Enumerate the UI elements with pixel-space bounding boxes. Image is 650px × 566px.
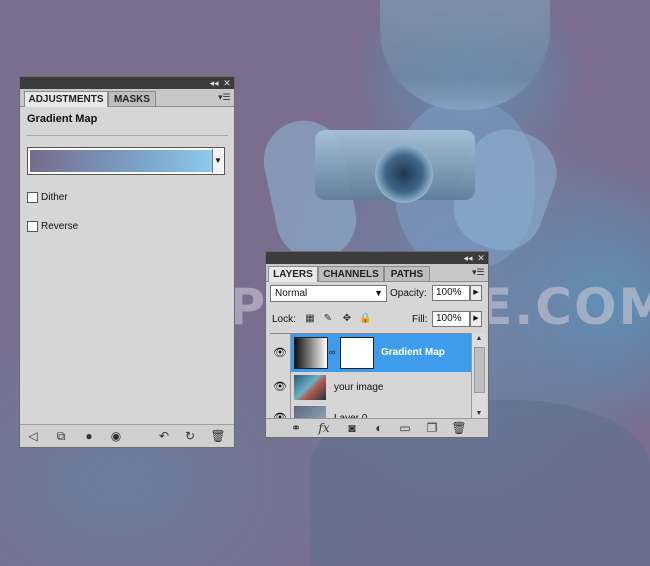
adjustments-tabs: ADJUSTMENTS MASKS ▾☰ [20, 89, 234, 107]
gradient-picker[interactable]: ▼ [27, 147, 225, 175]
layer-mask-icon[interactable]: ● [81, 429, 97, 443]
clip-to-layer-icon[interactable]: ⧉ [53, 429, 69, 443]
opacity-label: Opacity: [390, 288, 427, 299]
reset-icon[interactable]: ↻ [182, 429, 198, 443]
layer-row-gradient-map[interactable]: 👁 ∞ Gradient Map [270, 334, 474, 373]
layers-tabs: LAYERS CHANNELS PATHS ▾☰ [266, 264, 488, 282]
panel-titlebar[interactable]: ◂◂ ✕ [20, 77, 234, 89]
trash-icon[interactable]: 🗑 [451, 421, 467, 435]
fill-label: Fill: [412, 314, 428, 325]
layers-scrollbar[interactable]: ▲ ▼ [471, 333, 486, 420]
eye-icon[interactable]: 👁 [270, 372, 291, 403]
tab-masks[interactable]: MASKS [108, 91, 156, 106]
adjustments-panel: ◂◂ ✕ ADJUSTMENTS MASKS ▾☰ Gradient Map ▼… [19, 76, 235, 448]
panel-menu-icon[interactable]: ▾☰ [472, 267, 485, 277]
scroll-thumb[interactable] [474, 347, 485, 393]
link-icon: ∞ [329, 347, 336, 357]
adjustment-title: Gradient Map [27, 113, 98, 125]
close-icon[interactable]: ✕ [475, 252, 487, 264]
collapse-icon[interactable]: ◂◂ [462, 252, 474, 264]
opacity-input[interactable]: 100% [432, 285, 470, 301]
photo-beanie [380, 0, 550, 110]
tab-channels[interactable]: CHANNELS [318, 266, 384, 281]
divider [26, 135, 228, 136]
panel-menu-icon[interactable]: ▾☰ [218, 92, 231, 102]
back-arrow-icon[interactable]: ◁ [25, 429, 41, 443]
link-icon[interactable]: ⚭ [288, 421, 304, 435]
tab-paths[interactable]: PATHS [384, 266, 430, 281]
layers-footer: ⚭ fx ◙ ◐ ▭ ❐ 🗑 [266, 418, 488, 437]
mask-thumbnail [340, 337, 374, 369]
eye-icon[interactable]: 👁 [270, 334, 291, 372]
tab-adjustments[interactable]: ADJUSTMENTS [24, 91, 108, 107]
adjustment-thumbnail [294, 337, 328, 369]
fx-icon[interactable]: fx [316, 421, 332, 435]
lock-transparency-icon[interactable]: ▦ [304, 313, 316, 325]
view-previous-icon[interactable]: ↶ [156, 429, 172, 443]
close-icon[interactable]: ✕ [221, 77, 233, 89]
reverse-label: Reverse [41, 221, 79, 232]
delete-icon[interactable]: 🗑 [210, 429, 226, 443]
lock-position-icon[interactable]: ✥ [341, 313, 353, 325]
layer-name: Gradient Map [381, 347, 445, 358]
image-thumbnail [294, 375, 326, 400]
tab-layers[interactable]: LAYERS [268, 266, 318, 282]
reverse-checkbox[interactable] [27, 221, 38, 232]
lock-pixels-icon[interactable]: ✎ [322, 313, 334, 325]
opacity-slider-button[interactable]: ▶ [470, 285, 482, 301]
chevron-down-icon: ▼ [374, 288, 383, 298]
fill-input[interactable]: 100% [432, 311, 470, 327]
lock-all-icon[interactable]: 🔒 [359, 313, 371, 325]
photo-camera-lens [375, 145, 433, 203]
fill-slider-button[interactable]: ▶ [470, 311, 482, 327]
scroll-up-icon[interactable]: ▲ [472, 333, 486, 345]
layer-list: 👁 ∞ Gradient Map 👁 your image 👁 Layer 0 [270, 333, 474, 421]
adjustment-icon[interactable]: ◐ [371, 421, 387, 435]
blend-mode-select[interactable]: Normal ▼ [270, 285, 387, 302]
adjustments-footer: ◁ ⧉ ● ◉ ↶ ↻ 🗑 [20, 424, 234, 447]
gradient-dropdown-arrow[interactable]: ▼ [212, 149, 223, 173]
collapse-icon[interactable]: ◂◂ [208, 77, 220, 89]
layer-row-your-image[interactable]: 👁 your image [270, 372, 474, 404]
gradient-preview[interactable] [30, 150, 214, 172]
panel-titlebar[interactable]: ◂◂ ✕ [266, 252, 488, 264]
mask-icon[interactable]: ◙ [344, 421, 360, 435]
lock-label: Lock: [272, 314, 296, 325]
new-layer-icon[interactable]: ❐ [424, 421, 440, 435]
blend-mode-value: Normal [275, 288, 308, 299]
layers-panel: ◂◂ ✕ LAYERS CHANNELS PATHS ▾☰ Normal ▼ O… [265, 251, 489, 438]
dither-label: Dither [41, 192, 68, 203]
folder-icon[interactable]: ▭ [397, 421, 413, 435]
visibility-eye-icon[interactable]: ◉ [108, 429, 124, 443]
dither-checkbox[interactable] [27, 192, 38, 203]
layer-name: your image [334, 382, 384, 393]
